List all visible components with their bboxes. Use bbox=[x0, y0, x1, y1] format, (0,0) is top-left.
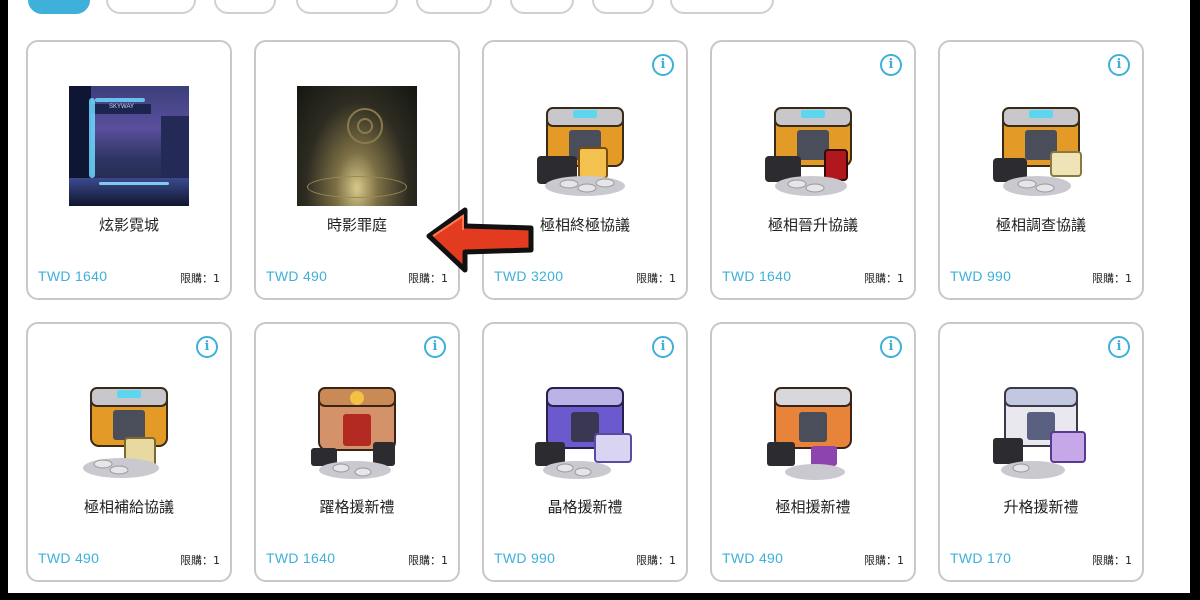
product-card[interactable]: i 極相調查協議 TWD 990 限購：1 bbox=[938, 40, 1144, 300]
red-arrow-icon bbox=[426, 207, 534, 273]
filter-tab-all[interactable] bbox=[28, 0, 90, 14]
product-card[interactable]: SKYWAY 炫影霓城 TWD 1640 限購：1 bbox=[26, 40, 232, 300]
product-name: 極相調查協議 bbox=[995, 216, 1086, 234]
purchase-limit: 限購：1 bbox=[864, 554, 904, 567]
product-name: 升格援新禮 bbox=[1003, 498, 1079, 516]
product-name: 炫影霓城 bbox=[98, 216, 159, 234]
product-card[interactable]: i 極相援新禮 TWD 490 限購：1 bbox=[710, 322, 916, 582]
product-price: TWD 1640 bbox=[722, 268, 792, 284]
filter-tab[interactable] bbox=[214, 0, 276, 14]
product-card[interactable]: i 升格援新禮 TWD 170 限購：1 bbox=[938, 322, 1144, 582]
info-icon[interactable]: i bbox=[652, 54, 674, 76]
info-icon[interactable]: i bbox=[196, 336, 218, 358]
frame-border bbox=[1190, 0, 1200, 600]
purchase-limit: 限購：1 bbox=[180, 554, 220, 567]
bronze-crate-icon bbox=[297, 368, 417, 488]
gold-crate-icon bbox=[981, 86, 1101, 206]
purchase-limit: 限購：1 bbox=[636, 554, 676, 567]
product-name: 極相補給協議 bbox=[83, 498, 174, 516]
product-name: 晶格援新禮 bbox=[547, 498, 623, 516]
info-icon[interactable]: i bbox=[652, 336, 674, 358]
product-card[interactable]: i 極相晉升協議 TWD 1640 限購：1 bbox=[710, 40, 916, 300]
info-icon[interactable]: i bbox=[1108, 336, 1130, 358]
purchase-limit: 限購：1 bbox=[636, 272, 676, 285]
info-icon[interactable]: i bbox=[880, 54, 902, 76]
filter-tab[interactable] bbox=[416, 0, 492, 14]
info-icon[interactable]: i bbox=[880, 336, 902, 358]
product-price: TWD 490 bbox=[266, 268, 328, 284]
product-image-city-scene: SKYWAY bbox=[69, 86, 189, 206]
frame-border bbox=[0, 0, 8, 600]
gold-crate-icon bbox=[69, 368, 189, 488]
product-name: 極相晉升協議 bbox=[767, 216, 858, 234]
silver-crate-icon bbox=[981, 368, 1101, 488]
purchase-limit: 限購：1 bbox=[408, 554, 448, 567]
product-card[interactable]: i 晶格援新禮 TWD 990 限購：1 bbox=[482, 322, 688, 582]
product-price: TWD 1640 bbox=[266, 550, 336, 566]
purchase-limit: 限購：1 bbox=[180, 272, 220, 285]
product-image-court-scene bbox=[297, 86, 417, 206]
filter-tab[interactable] bbox=[670, 0, 774, 14]
product-price: TWD 170 bbox=[950, 550, 1012, 566]
product-price: TWD 490 bbox=[722, 550, 784, 566]
gold-crate-icon bbox=[753, 86, 873, 206]
info-icon[interactable]: i bbox=[1108, 54, 1130, 76]
product-price: TWD 990 bbox=[950, 268, 1012, 284]
info-icon[interactable]: i bbox=[424, 336, 446, 358]
purchase-limit: 限購：1 bbox=[1092, 554, 1132, 567]
filter-tab[interactable] bbox=[592, 0, 654, 14]
purchase-limit: 限購：1 bbox=[864, 272, 904, 285]
gold-crate-icon bbox=[525, 86, 645, 206]
product-price: TWD 1640 bbox=[38, 268, 108, 284]
purple-crate-icon bbox=[525, 368, 645, 488]
product-name: 躍格援新禮 bbox=[319, 498, 395, 516]
product-price: TWD 490 bbox=[38, 550, 100, 566]
orange-crate-icon bbox=[753, 368, 873, 488]
frame-border bbox=[0, 593, 1200, 600]
purchase-limit: 限購：1 bbox=[1092, 272, 1132, 285]
filter-tab[interactable] bbox=[106, 0, 196, 14]
product-name: 極相援新禮 bbox=[775, 498, 851, 516]
product-card[interactable]: i 極相補給協議 TWD 490 限購：1 bbox=[26, 322, 232, 582]
product-price: TWD 990 bbox=[494, 550, 556, 566]
filter-tab[interactable] bbox=[296, 0, 398, 14]
filter-tab[interactable] bbox=[510, 0, 574, 14]
product-card[interactable]: i 躍格援新禮 TWD 1640 限購：1 bbox=[254, 322, 460, 582]
